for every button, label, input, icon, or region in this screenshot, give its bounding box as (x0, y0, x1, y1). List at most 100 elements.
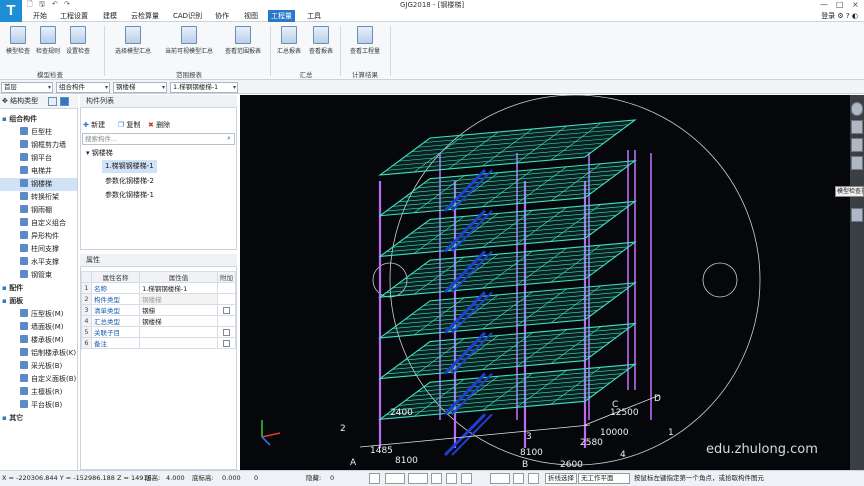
property-row[interactable]: 5 关联子目 (81, 326, 236, 338)
nav-item[interactable]: 钢平台 (0, 152, 77, 165)
copy-component-button[interactable]: ❐ 复制 (118, 118, 141, 132)
nav-item[interactable]: 自定义组合 (0, 217, 77, 230)
redo-icon[interactable]: ↷ (64, 0, 70, 9)
lineweight-toggle[interactable] (513, 473, 524, 484)
osnap-toggle[interactable] (431, 473, 442, 484)
property-value[interactable]: 钢楼梯 (139, 315, 218, 327)
component-search-input[interactable]: 搜索构件... (82, 133, 235, 145)
visible-model-summary-button[interactable]: 当前可视模型汇总 (160, 24, 218, 58)
tab-cloud-check[interactable]: 云检算量 (128, 10, 162, 22)
category-select[interactable]: 组合构件 ▾ (56, 82, 110, 93)
nav-item[interactable]: 楼承板(M) (0, 334, 77, 347)
polar-toggle[interactable] (446, 473, 457, 484)
layers-icon[interactable] (851, 208, 863, 222)
component-type-select[interactable]: 钢楼梯 ▾ (113, 82, 167, 93)
nav-item[interactable]: 钢管束 (0, 269, 77, 282)
nav-item[interactable]: 钢框剪力墙 (0, 139, 77, 152)
login-link[interactable]: 登录 (821, 12, 835, 20)
nav-item[interactable]: 巨型柱 (0, 126, 77, 139)
grid-toggle[interactable] (408, 473, 428, 484)
property-value[interactable] (139, 337, 218, 349)
settings-icon[interactable]: ⚙ (837, 12, 843, 20)
summary-report-button[interactable]: 汇总报表 (274, 24, 304, 58)
nav-item[interactable]: 钢楼梯 (0, 178, 77, 191)
3d-viewport[interactable]: A B C D 1 2 3 4 1485 8100 2400 8100 2600 2580 10000 125… (240, 95, 850, 470)
tree-view-icon[interactable] (60, 97, 69, 106)
extra-checkbox[interactable] (223, 328, 230, 336)
nav-item[interactable]: 平台板(B) (0, 399, 77, 412)
nav-item[interactable]: 转换桁架 (0, 191, 77, 204)
check-settings-button[interactable]: 设置检查 (63, 24, 93, 58)
zoom-extents-icon[interactable] (851, 120, 863, 134)
snap-toggle[interactable] (369, 473, 380, 484)
help-icon[interactable]: ? (846, 12, 850, 20)
check-rules-button[interactable]: 检查规则 (33, 24, 63, 58)
search-icon[interactable]: ⌕ (227, 134, 231, 143)
tree-item-component-1[interactable]: 1.梯钢钢楼梯-1 (102, 160, 157, 173)
nav-item[interactable]: 柱间支撑 (0, 243, 77, 256)
undo-icon[interactable]: ↶ (52, 0, 58, 9)
ortho-toggle[interactable] (385, 473, 405, 484)
nav-item[interactable]: 墙面板(M) (0, 321, 77, 334)
nav-item[interactable]: 电梯井 (0, 165, 77, 178)
cross-select-button[interactable]: 折线选择 (545, 473, 577, 484)
nav-item[interactable]: 异形构件 (0, 230, 77, 243)
skin-icon[interactable]: ◐ (852, 12, 858, 20)
tab-cad-recognition[interactable]: CAD识别 (170, 10, 205, 22)
save-icon[interactable]: 🖫 (39, 0, 45, 9)
nav-category[interactable]: ▪ 面板 (0, 295, 77, 308)
tab-quantities[interactable]: 工程量 (268, 10, 295, 22)
maximize-button[interactable]: □ (836, 0, 844, 9)
tree-item-component-3[interactable]: 参数化钢楼梯-1 (105, 189, 154, 202)
component-select[interactable]: 1.梯钢钢楼梯-1 ▾ (170, 82, 238, 93)
nav-item[interactable]: 钢雨棚 (0, 204, 77, 217)
extra-checkbox[interactable] (223, 339, 230, 347)
tab-modeling[interactable]: 建模 (100, 10, 120, 22)
property-value[interactable] (139, 326, 218, 338)
view-quantities-button[interactable]: 查看工程量 (344, 24, 386, 58)
dynamic-toggle[interactable] (490, 473, 510, 484)
nav-item[interactable]: 压型板(M) (0, 308, 77, 321)
tab-start[interactable]: 开始 (30, 10, 50, 22)
select-model-summary-button[interactable]: 选择模型汇总 (110, 24, 156, 58)
range-report-button[interactable]: 查看范围报表 (220, 24, 266, 58)
tree-root[interactable]: ▾ 钢楼梯 (86, 147, 113, 160)
nav-category[interactable]: ▪ 组合构件 (0, 113, 77, 126)
nav-item[interactable]: 水平支撑 (0, 256, 77, 269)
nav-item[interactable]: 采光板(B) (0, 360, 77, 373)
nav-item[interactable]: 自定义面板(B) (0, 373, 77, 386)
property-row[interactable]: 2 构件类型 钢楼梯 (81, 293, 236, 305)
property-row[interactable]: 1 名称 1.梯钢钢楼梯-1 (81, 282, 236, 294)
floor-select[interactable]: 首层 ▾ (1, 82, 53, 93)
delete-component-button[interactable]: ✖ 删除 (148, 118, 170, 132)
new-component-button[interactable]: ✚ 新建 (83, 118, 105, 132)
tab-tools[interactable]: 工具 (304, 10, 324, 22)
property-value[interactable]: 1.梯钢钢楼梯-1 (139, 282, 218, 294)
track-toggle[interactable] (461, 473, 472, 484)
extra-checkbox[interactable] (223, 306, 230, 314)
view-cube-icon[interactable] (851, 102, 863, 116)
work-plane-select[interactable]: 无工作平面 (578, 473, 630, 484)
new-file-icon[interactable]: 🗋 (27, 0, 33, 9)
property-row[interactable]: 3 清单类型 钢梯 (81, 304, 236, 316)
pan-icon[interactable] (851, 138, 863, 152)
tree-item-component-2[interactable]: 参数化钢楼梯-2 (105, 175, 154, 188)
nav-item[interactable]: 主檩板(R) (0, 386, 77, 399)
view-report-button[interactable]: 查看报表 (306, 24, 336, 58)
app-logo[interactable]: T (0, 0, 22, 22)
property-row[interactable]: 4 汇总类型 钢楼梯 (81, 315, 236, 327)
close-button[interactable]: × (852, 0, 859, 9)
model-check-button[interactable]: 模型检查 (3, 24, 33, 58)
rotate-icon[interactable] (851, 156, 863, 170)
minimize-button[interactable]: — (820, 0, 828, 9)
tab-project-settings[interactable]: 工程设置 (57, 10, 91, 22)
transparency-toggle[interactable] (528, 473, 539, 484)
nav-category[interactable]: ▪ 其它 (0, 412, 77, 425)
property-row[interactable]: 6 备注 (81, 337, 236, 349)
structure-model[interactable]: A BCD123414858100240081002600258010000125… (240, 95, 850, 470)
list-view-icon[interactable] (48, 97, 57, 106)
nav-item[interactable]: 铝制楼承板(K) (0, 347, 77, 360)
login-area[interactable]: 登录 ⚙ ? ◐ (821, 10, 858, 22)
tab-view[interactable]: 视图 (241, 10, 261, 22)
nav-category[interactable]: ▪ 配件 (0, 282, 77, 295)
